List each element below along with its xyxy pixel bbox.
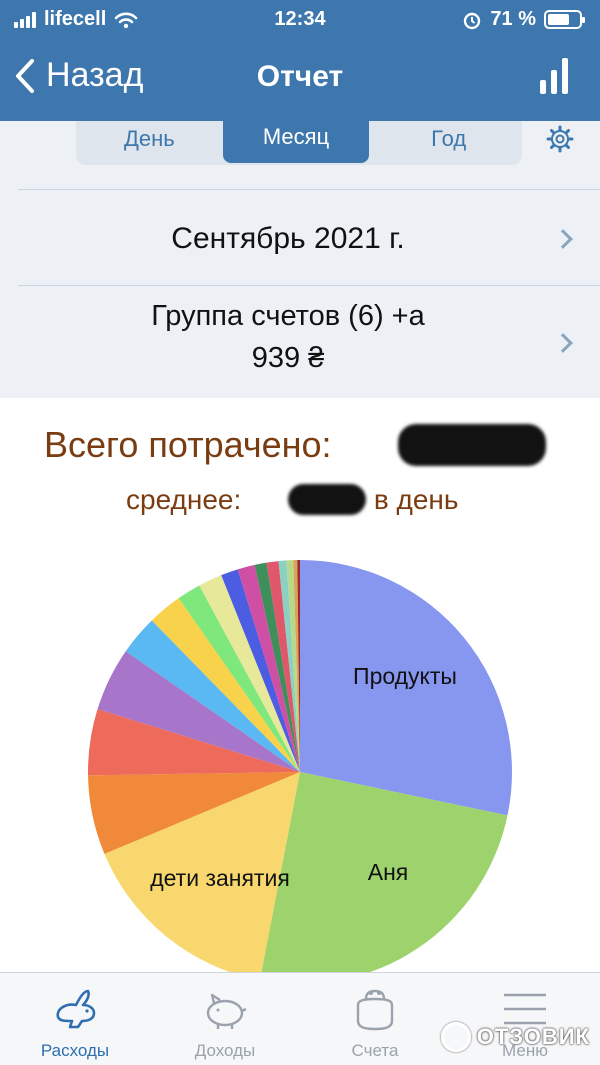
top-bar: lifecell 12:34 71 % Назад Отчет [0,0,600,121]
expense-pie-chart[interactable]: Продукты Аня дети занятия [0,540,600,975]
period-segmented-control: День Месяц Год [76,121,522,165]
tab-accounts[interactable]: Счета [300,973,450,1065]
average-label: среднее: [126,484,242,515]
bar-chart-icon[interactable] [540,58,572,94]
accounts-line2: 939 ₴ [251,342,325,374]
pie-slice-label: Аня [368,859,409,885]
pie-slice-label: дети занятия [150,865,290,891]
nav-bar: Назад Отчет [0,44,600,114]
tab-accounts-label: Счета [351,1041,399,1060]
period-label: Сентябрь 2021 г. [171,222,405,255]
tab-day[interactable]: День [76,121,223,165]
accounts-line1: Группа счетов (6) +а [151,300,425,332]
status-bar: lifecell 12:34 71 % [0,0,600,40]
alarm-icon [464,12,481,29]
total-label: Всего потрачено: [44,424,332,465]
tab-month[interactable]: Месяц [222,121,370,163]
battery-percent: 71 % [490,8,536,30]
tab-income[interactable]: Доходы [150,973,300,1065]
average-value: 942 ₴ [288,484,367,515]
tab-year[interactable]: Год [375,121,522,165]
report-header: День Месяц Год Сентябрь 2021 г. Группа с… [0,121,600,398]
total-value: 28 393 ₴ [398,424,547,466]
watermark-logo-icon [440,1022,471,1052]
battery-icon [544,10,585,29]
tab-income-label: Доходы [194,1041,256,1060]
page-title: Отчет [256,60,344,93]
accounts-row[interactable]: Группа счетов (6) +а 939 ₴ [18,285,600,398]
wallet-icon [356,989,394,1031]
gear-icon[interactable] [546,125,574,153]
period-row[interactable]: Сентябрь 2021 г. [18,189,600,285]
watermark: ОТЗОВИК [440,1022,590,1052]
piggy-bank-icon [206,993,247,1029]
average-suffix: в день [373,484,459,515]
watermark-text: ОТЗОВИК [476,1024,590,1049]
pie-slice-label: Продукты [353,663,457,689]
rabbit-icon [56,989,96,1029]
tab-expenses-label: Расходы [40,1041,110,1060]
tab-expenses[interactable]: Расходы [0,973,150,1065]
